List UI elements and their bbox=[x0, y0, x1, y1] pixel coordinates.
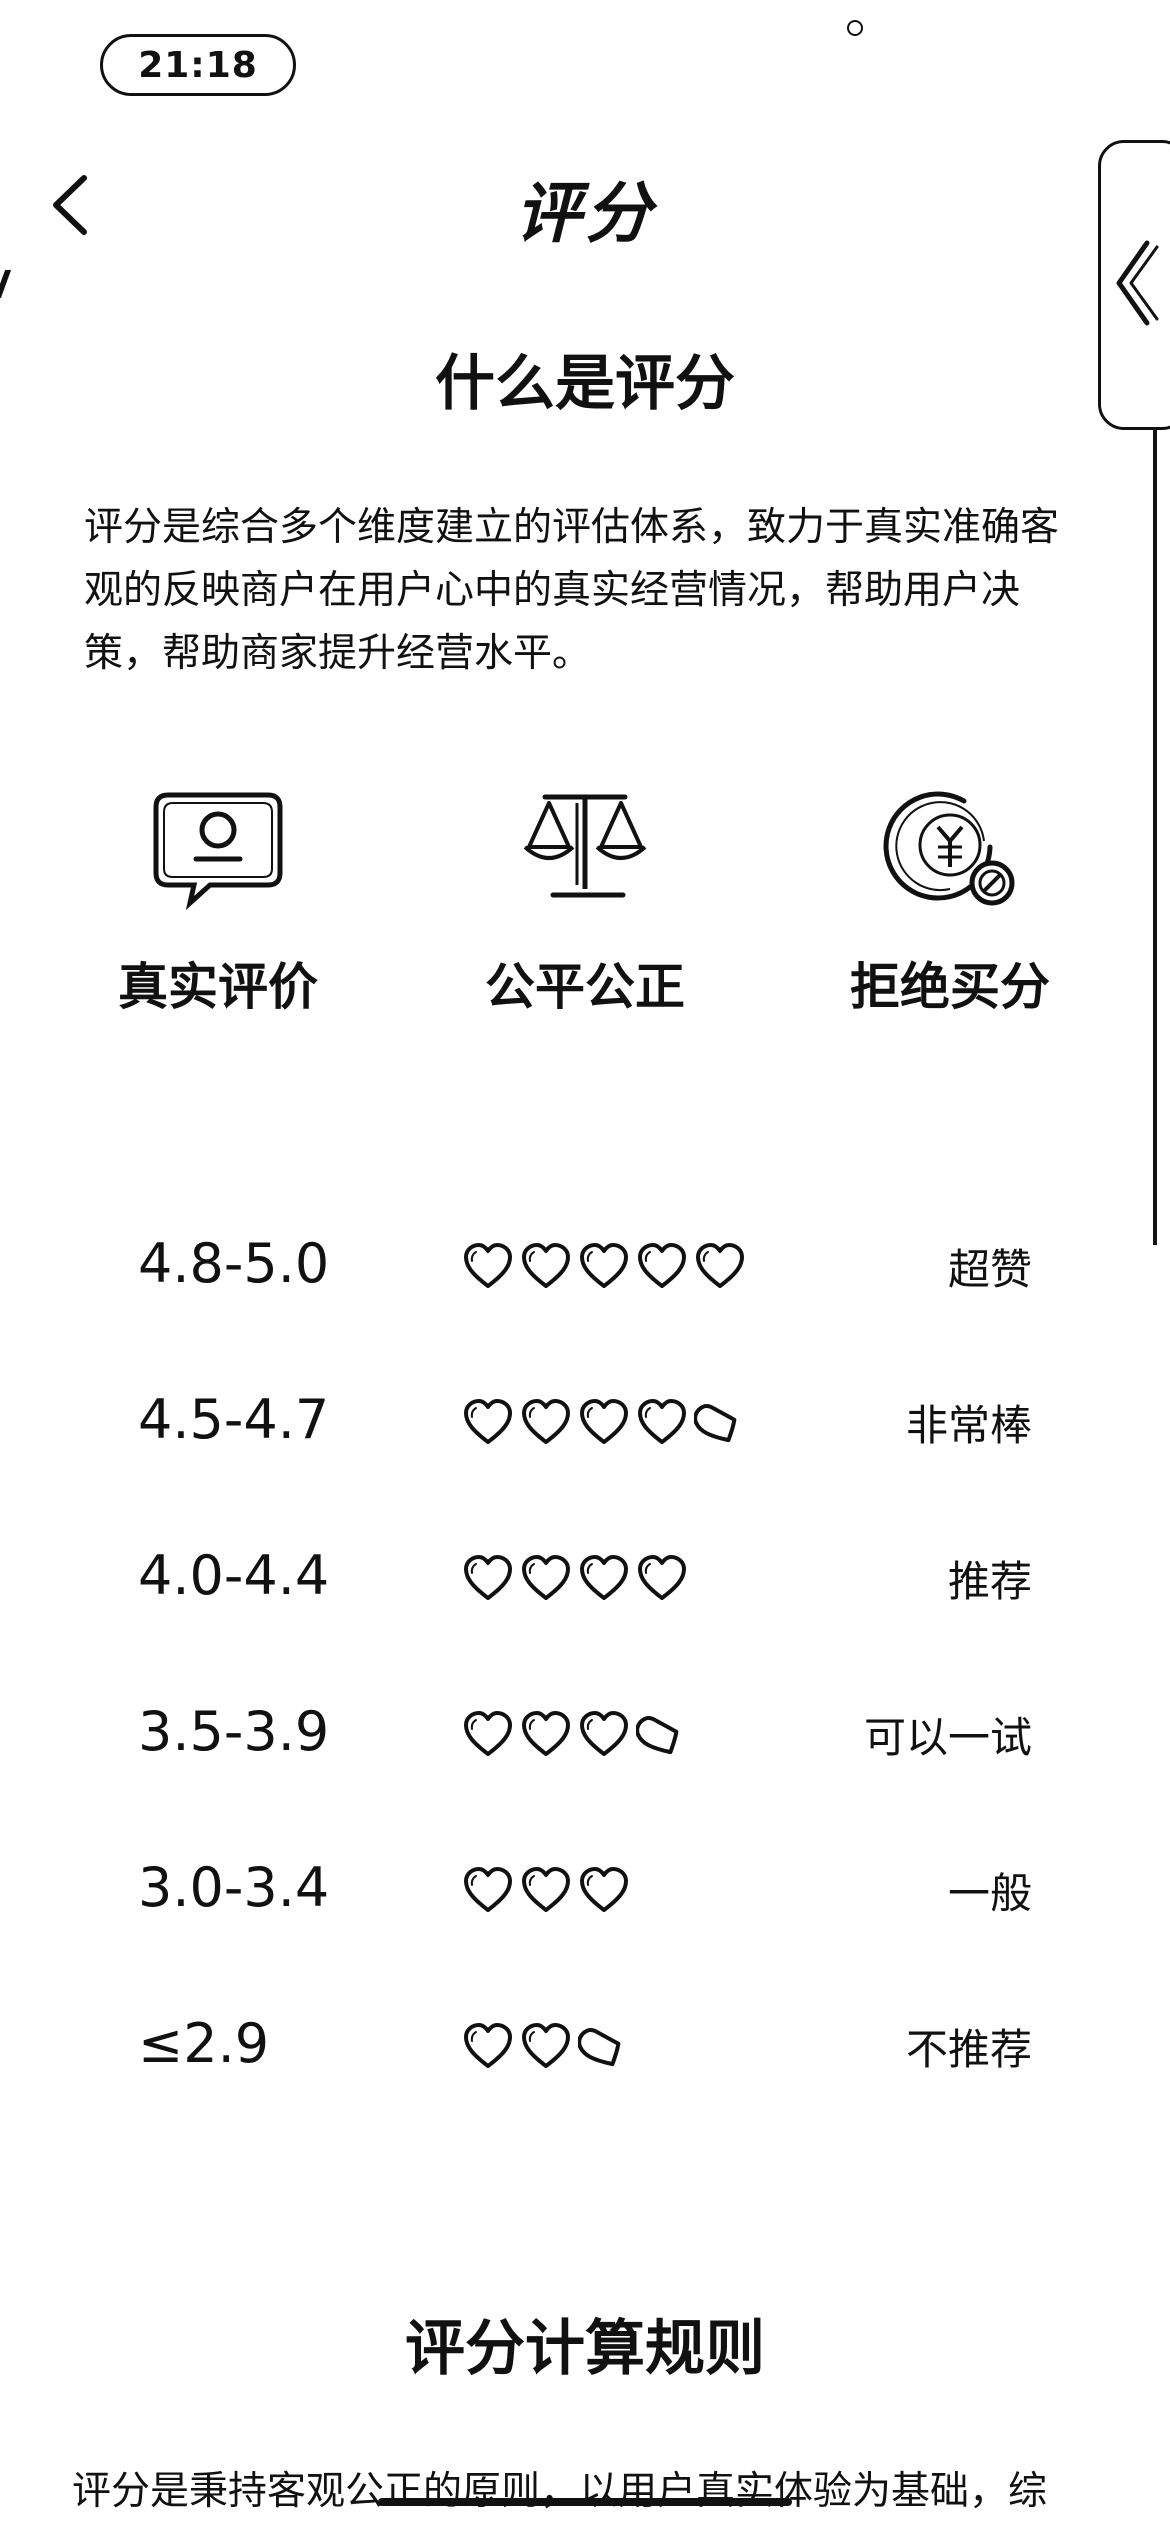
feature-no-buy: 拒绝买分 bbox=[800, 785, 1100, 1019]
rating-row: 4.8-5.0 超赞 bbox=[0, 1232, 1170, 1342]
heart-icon bbox=[580, 1243, 628, 1288]
heart-icon bbox=[464, 1555, 512, 1600]
rating-row: ≤2.9 不推荐 bbox=[0, 2012, 1170, 2122]
rating-description: 超赞 bbox=[947, 1245, 1032, 1294]
rating-description: 不推荐 bbox=[905, 2025, 1032, 2074]
heart-rating bbox=[462, 2022, 630, 2070]
section-heading-intro: 什么是评分 bbox=[435, 349, 735, 419]
rating-range: 3.5-3.9 bbox=[138, 1700, 330, 1763]
heart-rating bbox=[462, 1242, 746, 1290]
rating-row: 4.5-4.7 非常棒 bbox=[0, 1388, 1170, 1498]
page-title: 评分 bbox=[515, 175, 655, 252]
status-time: 21:18 bbox=[100, 34, 296, 96]
no-money-icon bbox=[883, 791, 1015, 906]
heart-rating bbox=[462, 1710, 688, 1758]
heart-icon bbox=[464, 1243, 512, 1288]
heart-icon bbox=[638, 1399, 686, 1444]
scrollbar[interactable] bbox=[1153, 430, 1157, 1245]
rating-description: 非常棒 bbox=[905, 1401, 1032, 1450]
feature-label: 拒绝买分 bbox=[850, 958, 1050, 1016]
camera-indicator bbox=[847, 20, 863, 36]
heart-icon bbox=[638, 1243, 686, 1288]
rating-row: 3.5-3.9 可以一试 bbox=[0, 1700, 1170, 1810]
heart-icon bbox=[464, 1711, 512, 1756]
scale-icon bbox=[523, 794, 647, 898]
feature-real-review: 真实评价 bbox=[68, 785, 368, 1019]
feature-label: 公平公正 bbox=[485, 958, 685, 1016]
review-icon bbox=[153, 792, 283, 911]
rating-row: 3.0-3.4 一般 bbox=[0, 1856, 1170, 1966]
heart-icon bbox=[522, 1243, 570, 1288]
heart-rating bbox=[462, 1866, 630, 1914]
rating-description: 推荐 bbox=[947, 1557, 1032, 1606]
feature-label: 真实评价 bbox=[118, 958, 318, 1016]
rating-range: 4.0-4.4 bbox=[138, 1544, 330, 1607]
rating-row: 4.0-4.4 推荐 bbox=[0, 1544, 1170, 1654]
heart-icon bbox=[522, 1555, 570, 1600]
half-heart-icon bbox=[694, 1404, 737, 1443]
heart-icon bbox=[464, 1399, 512, 1444]
heart-icon bbox=[580, 1555, 628, 1600]
rules-paragraph: 评分是秉持客观公正的原则，以用户真实体验为基础，综 bbox=[72, 2469, 1048, 2514]
rating-description: 可以一试 bbox=[863, 1713, 1032, 1762]
heart-icon bbox=[464, 1867, 512, 1912]
rating-range: 4.8-5.0 bbox=[138, 1232, 330, 1295]
section-heading-rules: 评分计算规则 bbox=[405, 2314, 765, 2384]
heart-icon bbox=[580, 1399, 628, 1444]
heart-icon bbox=[522, 1711, 570, 1756]
heart-icon bbox=[464, 2023, 512, 2068]
heart-icon bbox=[522, 1399, 570, 1444]
rating-range: 3.0-3.4 bbox=[138, 1856, 330, 1919]
home-indicator[interactable] bbox=[378, 2498, 792, 2506]
heart-icon bbox=[580, 1711, 628, 1756]
rating-description: 一般 bbox=[947, 1869, 1032, 1918]
heart-icon bbox=[522, 1867, 570, 1912]
rating-range: ≤2.9 bbox=[138, 2012, 270, 2075]
half-heart-icon bbox=[636, 1716, 679, 1755]
feature-fair: 公平公正 bbox=[435, 785, 735, 1019]
heart-rating bbox=[462, 1554, 688, 1602]
edge-mark bbox=[0, 270, 12, 298]
intro-paragraph: 评分是综合多个维度建立的评估体系，致力于真实准确客观的反映商户在用户心中的真实经… bbox=[84, 505, 1060, 676]
rating-range: 4.5-4.7 bbox=[138, 1388, 330, 1451]
heart-icon bbox=[580, 1867, 628, 1912]
heart-icon bbox=[696, 1243, 744, 1288]
half-heart-icon bbox=[578, 2028, 621, 2067]
heart-rating bbox=[462, 1398, 746, 1446]
heart-icon bbox=[638, 1555, 686, 1600]
heart-icon bbox=[522, 2023, 570, 2068]
